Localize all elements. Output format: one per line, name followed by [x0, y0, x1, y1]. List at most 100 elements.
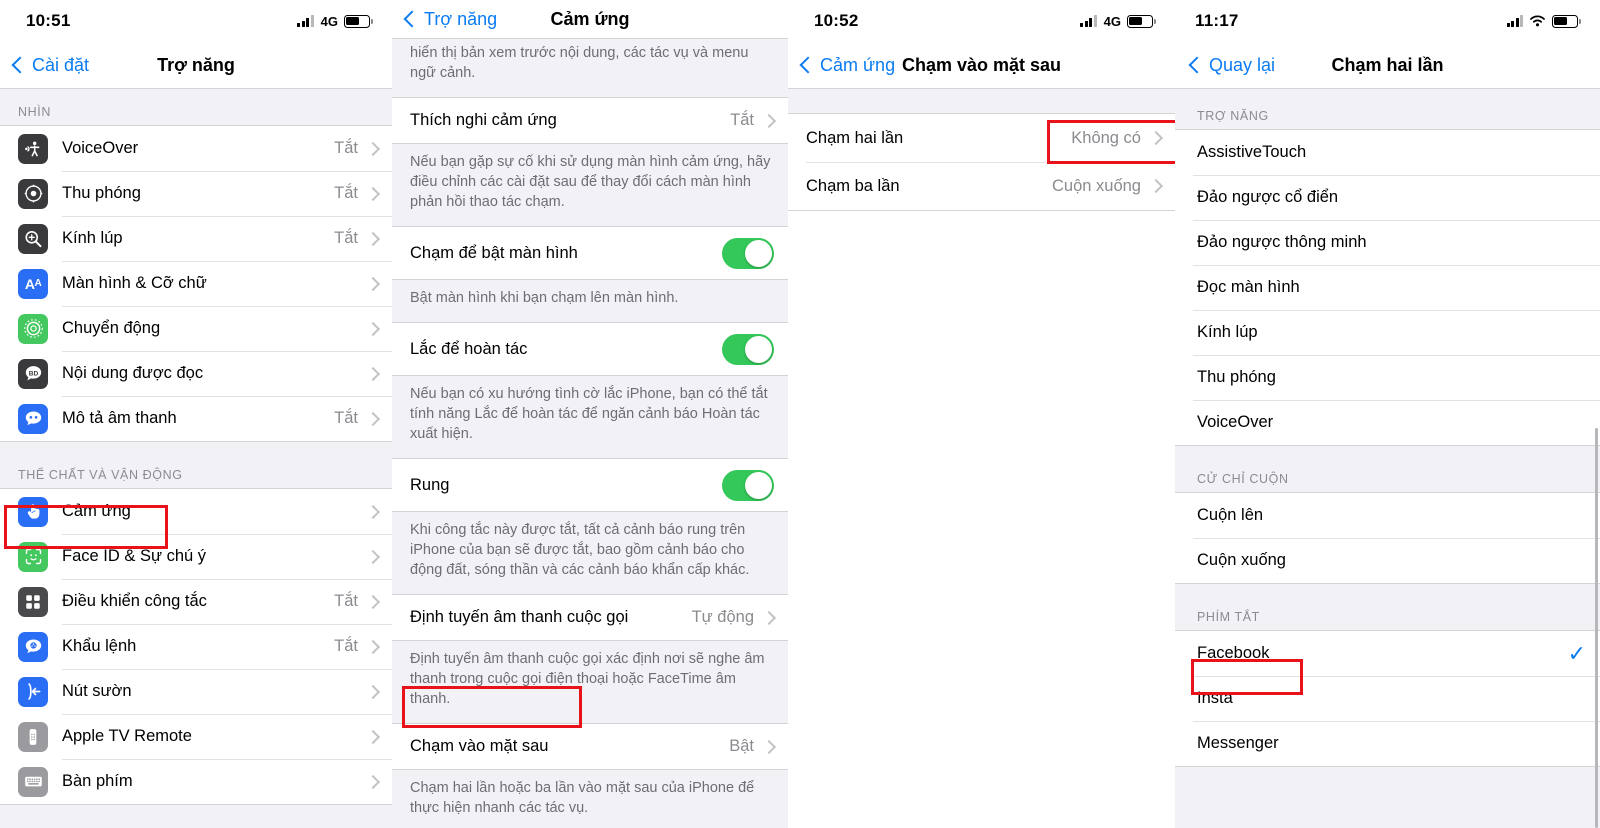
- back-button-label: Cài đặt: [32, 54, 90, 75]
- row-side-button[interactable]: Nút sườn: [0, 669, 392, 714]
- row-voiceover[interactable]: VoiceOver: [1175, 400, 1600, 445]
- row-value: Tắt: [334, 592, 358, 610]
- row-display-text-size[interactable]: AA Màn hình & Cỡ chữ: [0, 261, 392, 306]
- chevron-left-icon: [799, 56, 817, 74]
- row-face-id[interactable]: Face ID & Sự chú ý: [0, 534, 392, 579]
- back-button-label: Quay lại: [1209, 54, 1276, 75]
- row-double-tap[interactable]: Chạm hai lần Không có: [788, 114, 1175, 162]
- settings-list[interactable]: NHÌN VoiceOver Tắt Thu phóng Tắt Kính lú…: [0, 89, 392, 828]
- row-adaptive-touch[interactable]: Thích nghi cảm ứng Tắt: [392, 98, 788, 143]
- row-shake-to-undo[interactable]: Lắc để hoàn tác: [392, 323, 788, 375]
- row-label: Kính lúp: [1197, 323, 1258, 341]
- row-magnifier[interactable]: Kính lúp Tắt: [0, 216, 392, 261]
- row-assistivetouch[interactable]: AssistiveTouch: [1175, 130, 1600, 175]
- settings-list[interactable]: Chạm hai lần Không có Chạm ba lần Cuộn x…: [788, 89, 1175, 828]
- back-button-label: Trợ năng: [424, 8, 498, 29]
- display-text-size-icon: AA: [18, 268, 48, 299]
- status-bar: 11:17: [1175, 0, 1600, 42]
- row-label: Khẩu lệnh: [62, 637, 137, 655]
- panel-touch: Trợ năng Cảm ứng hiển thị bản xem trước …: [392, 0, 788, 828]
- footnote-shake-to-undo: Nếu bạn có xu hướng tình cờ lắc iPhone, …: [392, 376, 788, 458]
- back-button[interactable]: Cài đặt: [0, 55, 89, 76]
- footnote-adaptive-touch: Nếu bạn gặp sự cố khi sử dụng màn hình c…: [392, 144, 788, 226]
- section-vision-rows: VoiceOver Tắt Thu phóng Tắt Kính lúp Tắt…: [0, 125, 392, 442]
- audio-descriptions-icon: [18, 403, 48, 434]
- row-label: Messenger: [1197, 734, 1279, 752]
- chevron-right-icon: [365, 321, 381, 336]
- row-label: Đọc màn hình: [1197, 278, 1300, 296]
- row-call-audio-routing[interactable]: Định tuyến âm thanh cuộc gọi Tự động: [392, 595, 788, 640]
- row-messenger[interactable]: Messenger: [1175, 721, 1600, 766]
- section-header-physical-motor: THỂ CHẤT VÀ VẬN ĐỘNG: [0, 442, 392, 488]
- row-touch[interactable]: Cảm ứng: [0, 489, 392, 534]
- row-label: Định tuyến âm thanh cuộc gọi: [410, 608, 629, 626]
- panel-double-tap: 11:17 Quay lại Chạm hai lần TRỢ NĂNG Ass…: [1175, 0, 1600, 828]
- vertical-scrollbar[interactable]: [1595, 428, 1598, 828]
- row-label: Thích nghi cảm ứng: [410, 111, 557, 129]
- row-smart-invert[interactable]: Đảo ngược thông minh: [1175, 220, 1600, 265]
- row-label: Chạm để bật màn hình: [410, 243, 578, 262]
- footnote-tap-to-wake: Bật màn hình khi bạn chạm lên màn hình.: [392, 280, 788, 322]
- row-voiceover[interactable]: VoiceOver Tắt: [0, 126, 392, 171]
- row-apple-tv-remote[interactable]: Apple TV Remote: [0, 714, 392, 759]
- vibration-rows: Rung: [392, 458, 788, 512]
- chevron-right-icon: [761, 113, 777, 128]
- cellular-bars-icon: [1506, 15, 1523, 27]
- row-zoom[interactable]: Thu phóng Tắt: [0, 171, 392, 216]
- row-label: Điều khiển công tắc: [62, 592, 207, 610]
- back-tap-options: Chạm hai lần Không có Chạm ba lần Cuộn x…: [788, 113, 1175, 211]
- tap-to-wake-toggle[interactable]: [722, 237, 774, 269]
- row-audio-descriptions[interactable]: Mô tả âm thanh Tắt: [0, 396, 392, 441]
- row-label: AssistiveTouch: [1197, 143, 1307, 161]
- row-keyboard[interactable]: Bàn phím: [0, 759, 392, 804]
- row-motion[interactable]: Chuyển động: [0, 306, 392, 351]
- row-label: VoiceOver: [1197, 413, 1274, 431]
- chevron-right-icon: [1148, 178, 1164, 194]
- row-spoken-content[interactable]: BD Nội dung được đọc: [0, 351, 392, 396]
- section-header-shortcuts: PHÍM TẮT: [1175, 584, 1600, 630]
- row-label: Mô tả âm thanh: [62, 409, 177, 427]
- row-value: Cuộn xuống: [1052, 176, 1141, 195]
- settings-list[interactable]: TRỢ NĂNG AssistiveTouch Đảo ngược cổ điể…: [1175, 89, 1600, 828]
- row-speak-screen[interactable]: Đọc màn hình: [1175, 265, 1600, 310]
- settings-list[interactable]: hiển thị bản xem trước nội dung, các tác…: [392, 38, 788, 828]
- faceid-icon: [18, 541, 48, 572]
- chevron-right-icon: [365, 639, 381, 654]
- list-bottom-fill: [788, 211, 1175, 828]
- row-voice-control[interactable]: Khẩu lệnh Tắt: [0, 624, 392, 669]
- row-label: Apple TV Remote: [62, 727, 192, 745]
- nav-bar: Trợ năng Cảm ứng: [392, 0, 788, 38]
- row-insta[interactable]: Insta: [1175, 676, 1600, 721]
- row-vibration[interactable]: Rung: [392, 459, 788, 511]
- row-triple-tap[interactable]: Chạm ba lần Cuộn xuống: [788, 162, 1175, 210]
- back-button-label: Cảm ứng: [820, 54, 896, 75]
- row-label: Đảo ngược thông minh: [1197, 233, 1367, 251]
- row-facebook[interactable]: Facebook ✓: [1175, 631, 1600, 676]
- vibration-toggle[interactable]: [722, 469, 774, 501]
- row-magnifier[interactable]: Kính lúp: [1175, 310, 1600, 355]
- tap-to-wake-rows: Chạm để bật màn hình: [392, 226, 788, 280]
- row-scroll-up[interactable]: Cuộn lên: [1175, 493, 1600, 538]
- list-top-gap: [788, 89, 1175, 113]
- status-indicators: 4G: [1080, 14, 1156, 29]
- row-label: Màn hình & Cỡ chữ: [62, 274, 207, 292]
- row-label: VoiceOver: [62, 139, 139, 157]
- status-indicators: [1506, 14, 1581, 28]
- chevron-right-icon: [365, 594, 381, 609]
- chevron-left-icon: [11, 56, 29, 74]
- row-label: Bàn phím: [62, 772, 133, 790]
- shake-to-undo-toggle[interactable]: [722, 333, 774, 365]
- section-header-accessibility: TRỢ NĂNG: [1175, 89, 1600, 129]
- chevron-right-icon: [365, 684, 381, 699]
- row-classic-invert[interactable]: Đảo ngược cổ điển: [1175, 175, 1600, 220]
- row-scroll-down[interactable]: Cuộn xuống: [1175, 538, 1600, 583]
- row-switch-control[interactable]: Điều khiển công tắc Tắt: [0, 579, 392, 624]
- row-zoom[interactable]: Thu phóng: [1175, 355, 1600, 400]
- back-button[interactable]: Trợ năng: [392, 9, 497, 30]
- back-button[interactable]: Cảm ứng: [788, 55, 895, 76]
- row-tap-to-wake[interactable]: Chạm để bật màn hình: [392, 227, 788, 279]
- back-button[interactable]: Quay lại: [1175, 55, 1275, 76]
- row-back-tap[interactable]: Chạm vào mặt sau Bật: [392, 724, 788, 769]
- row-label: Đảo ngược cổ điển: [1197, 188, 1339, 206]
- chevron-right-icon: [365, 729, 381, 744]
